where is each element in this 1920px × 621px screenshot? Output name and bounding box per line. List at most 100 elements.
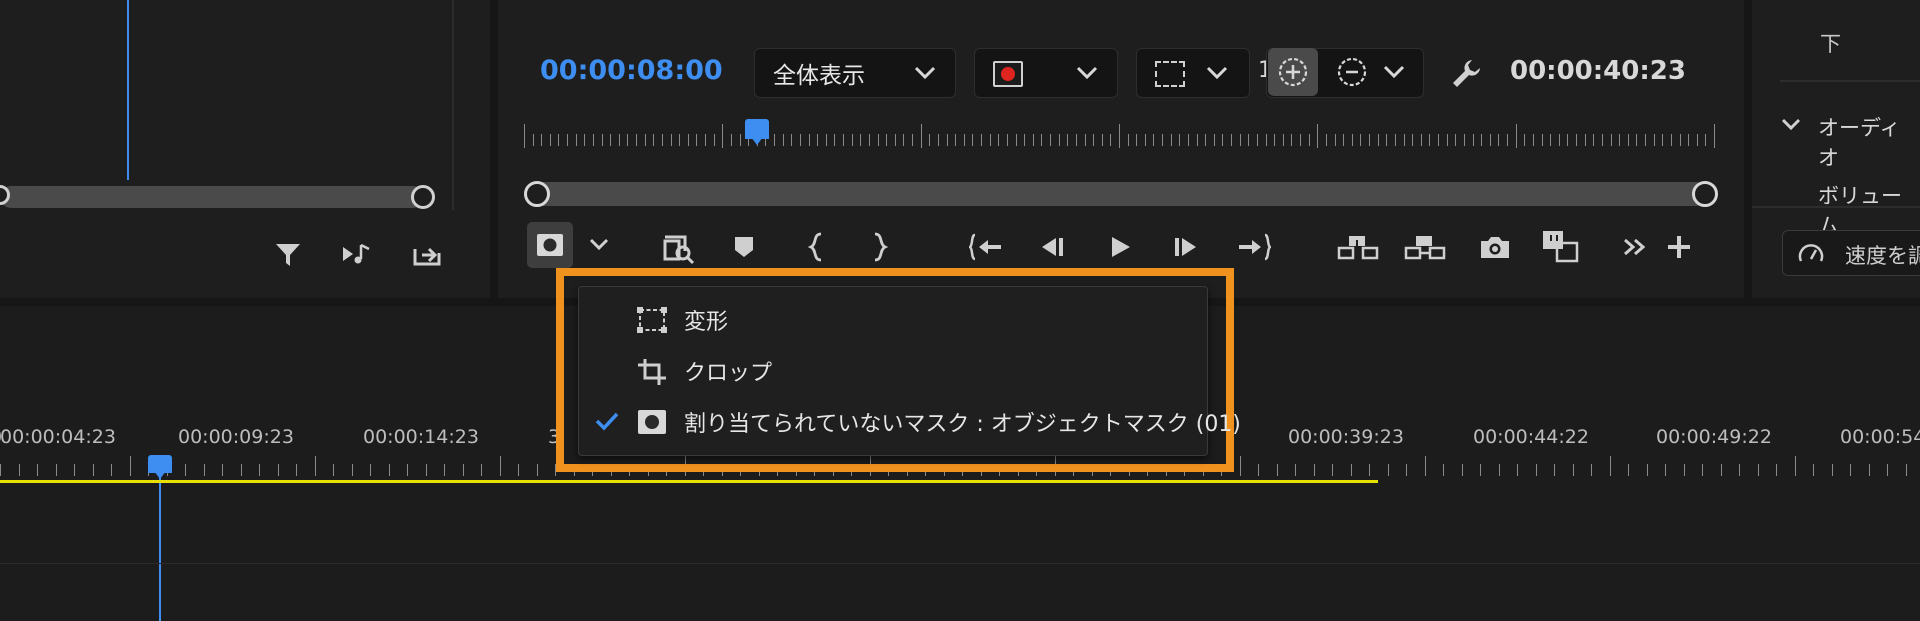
lift-icon[interactable] bbox=[1336, 230, 1380, 264]
mark-out-icon[interactable] bbox=[866, 230, 892, 264]
ruler-tick bbox=[679, 134, 681, 146]
insert-audio-icon[interactable] bbox=[340, 238, 376, 270]
add-button-icon[interactable] bbox=[1664, 232, 1694, 262]
zoom-in-button[interactable] bbox=[1268, 48, 1318, 96]
ruler-tick bbox=[618, 134, 620, 146]
chevron-down-icon[interactable] bbox=[1382, 62, 1406, 80]
monitor-scroll-handle-left[interactable] bbox=[524, 181, 550, 207]
timeline-playhead-head[interactable] bbox=[148, 455, 172, 479]
ruler-tick bbox=[1024, 134, 1026, 146]
work-area-bar[interactable] bbox=[0, 480, 1378, 483]
zoom-out-button[interactable] bbox=[1334, 54, 1370, 90]
more-buttons-icon[interactable] bbox=[1620, 232, 1650, 262]
current-timecode[interactable]: 00:00:08:00 bbox=[540, 55, 723, 86]
ruler-tick bbox=[989, 134, 991, 146]
speed-gauge-icon bbox=[1798, 244, 1824, 262]
ruler-tick bbox=[937, 134, 939, 146]
chevron-down-icon[interactable] bbox=[588, 236, 610, 252]
mark-in-icon[interactable] bbox=[804, 230, 830, 264]
ruler-tick bbox=[1127, 134, 1129, 146]
menu-item-label: クロップ bbox=[684, 361, 773, 386]
step-forward-icon[interactable] bbox=[1170, 232, 1202, 262]
ruler-tick bbox=[296, 464, 297, 476]
speed-button[interactable]: 速度を調 bbox=[1782, 230, 1920, 276]
ruler-tick bbox=[1369, 464, 1370, 476]
go-to-out-icon[interactable] bbox=[1236, 230, 1272, 264]
zoom-dropdown[interactable]: 全体表示 bbox=[754, 48, 956, 98]
source-panel bbox=[0, 0, 490, 298]
ruler-tick bbox=[1776, 464, 1777, 476]
audio-section-header[interactable]: オーディオ bbox=[1818, 112, 1920, 172]
monitor-scrollbar[interactable] bbox=[528, 182, 1708, 206]
ruler-tick bbox=[558, 134, 560, 146]
monitor-time-ruler[interactable] bbox=[524, 118, 1715, 154]
timeline-time-label: 00:00:14:23 bbox=[363, 426, 479, 448]
ruler-tick bbox=[1670, 134, 1672, 146]
go-to-in-icon[interactable] bbox=[968, 230, 1004, 264]
ruler-tick bbox=[817, 134, 819, 146]
ruler-tick bbox=[1489, 134, 1491, 146]
ruler-tick bbox=[1350, 464, 1352, 476]
ruler-tick bbox=[1535, 464, 1537, 476]
ruler-tick bbox=[774, 134, 776, 146]
ruler-tick bbox=[524, 124, 525, 148]
mask-icon bbox=[637, 409, 667, 441]
add-marker-icon[interactable] bbox=[731, 232, 757, 262]
ruler-tick bbox=[1480, 464, 1481, 476]
source-scroll-handle-right[interactable] bbox=[411, 185, 435, 209]
ruler-tick bbox=[1443, 464, 1444, 476]
ruler-tick bbox=[799, 134, 801, 146]
safe-margins-dropdown[interactable] bbox=[1136, 48, 1250, 98]
ruler-tick bbox=[1455, 134, 1457, 146]
monitor-playhead[interactable] bbox=[745, 119, 769, 145]
menu-item-object-mask[interactable]: 割り当てられていないマスク : オブジェクトマスク (01) bbox=[579, 399, 1241, 445]
ruler-tick bbox=[1850, 464, 1851, 476]
monitor-scroll-handle-right[interactable] bbox=[1692, 181, 1718, 207]
ruler-tick bbox=[722, 124, 724, 148]
menu-item-transform[interactable]: 変形 bbox=[579, 297, 1207, 343]
ruler-tick bbox=[1601, 134, 1603, 146]
ruler-tick bbox=[1222, 134, 1224, 146]
ruler-tick bbox=[1343, 134, 1345, 146]
wrench-icon[interactable] bbox=[1448, 55, 1484, 91]
ruler-tick bbox=[1231, 134, 1233, 146]
source-playhead-line bbox=[127, 0, 129, 180]
ruler-tick bbox=[1179, 134, 1181, 146]
ruler-tick bbox=[407, 464, 408, 476]
ruler-tick bbox=[1567, 134, 1569, 146]
ruler-tick bbox=[1517, 464, 1518, 476]
ruler-tick bbox=[1387, 464, 1389, 476]
comparison-view-icon[interactable] bbox=[660, 230, 698, 266]
ruler-tick bbox=[1532, 134, 1534, 146]
ruler-tick bbox=[644, 134, 646, 146]
chevron-down-icon[interactable] bbox=[1780, 116, 1802, 132]
ruler-tick bbox=[1550, 134, 1552, 146]
ruler-tick bbox=[1351, 134, 1353, 146]
chevron-down-icon bbox=[1205, 63, 1229, 81]
source-scrollbar[interactable] bbox=[0, 186, 424, 208]
timeline-playhead-line bbox=[159, 472, 161, 621]
export-frame-icon[interactable] bbox=[410, 238, 444, 270]
ruler-tick bbox=[1572, 464, 1574, 476]
play-icon[interactable] bbox=[1104, 232, 1136, 262]
mask-tool-button[interactable] bbox=[527, 222, 573, 268]
extract-icon[interactable] bbox=[1403, 230, 1447, 264]
ruler-tick bbox=[388, 464, 390, 476]
camera-icon[interactable] bbox=[1477, 232, 1513, 262]
step-back-icon[interactable] bbox=[1036, 232, 1068, 262]
track-divider bbox=[0, 563, 1920, 564]
ruler-tick bbox=[425, 464, 427, 476]
ruler-tick bbox=[739, 134, 741, 146]
ruler-tick bbox=[636, 134, 638, 146]
ruler-tick bbox=[1702, 464, 1703, 476]
ruler-tick bbox=[653, 134, 655, 146]
menu-item-crop[interactable]: クロップ bbox=[579, 348, 1207, 394]
quality-dropdown[interactable] bbox=[974, 48, 1118, 98]
multi-camera-icon[interactable] bbox=[1540, 228, 1582, 264]
ruler-tick bbox=[1627, 134, 1629, 146]
ruler-tick bbox=[1136, 134, 1138, 146]
ruler-tick bbox=[1662, 134, 1664, 146]
mask-menu: 変形 クロップ 割り当てられていないマスク : オブジェクトマスク (01) bbox=[578, 286, 1241, 456]
ruler-tick bbox=[1887, 464, 1888, 476]
filter-icon[interactable] bbox=[272, 238, 304, 270]
